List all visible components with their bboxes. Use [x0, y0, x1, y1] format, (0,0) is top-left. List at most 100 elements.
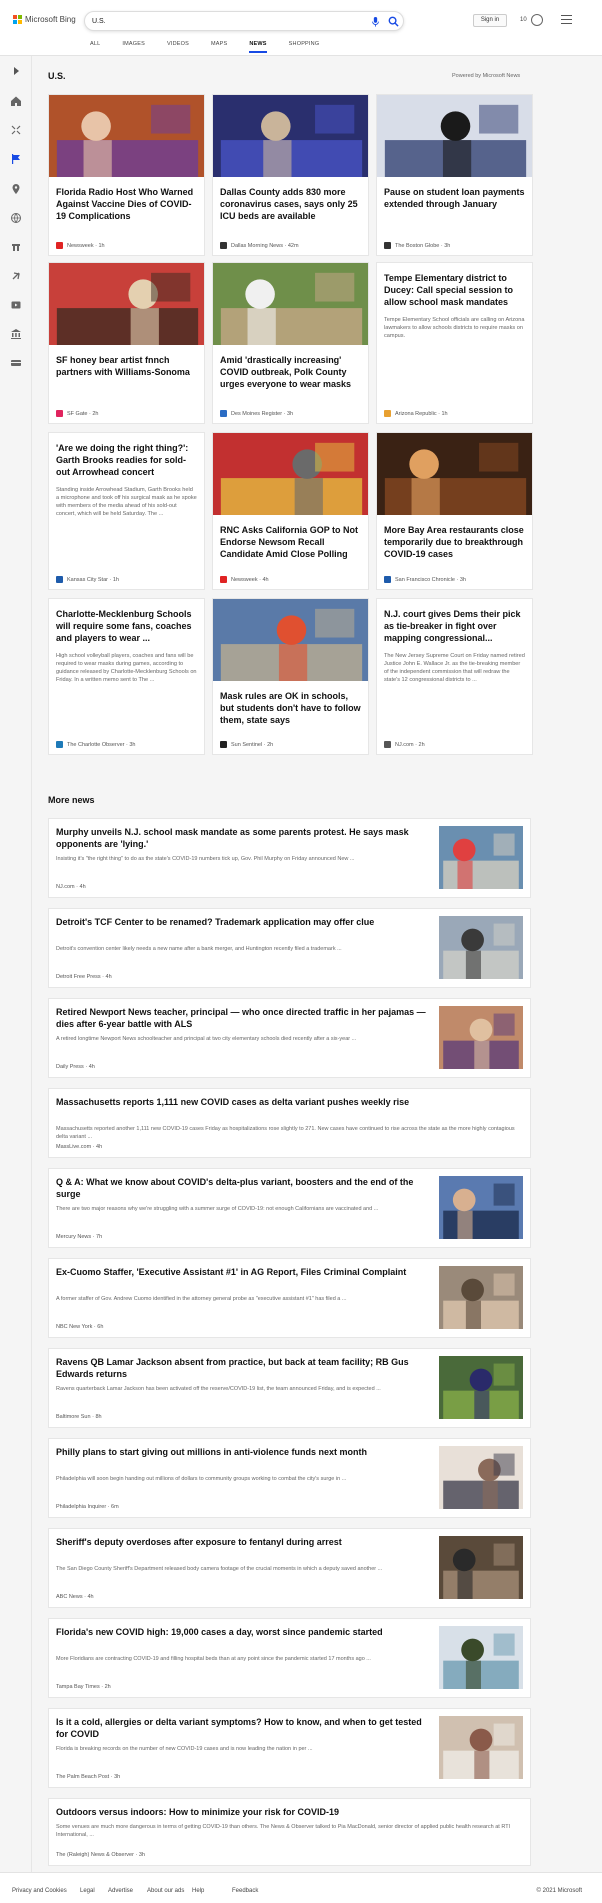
- more-news-title[interactable]: Massachusetts reports 1,111 new COVID ca…: [56, 1096, 521, 1108]
- rewards-button[interactable]: 10: [520, 14, 543, 26]
- news-card[interactable]: RNC Asks California GOP to Not Endorse N…: [212, 432, 369, 590]
- news-card-source[interactable]: The Charlotte Observer · 3h: [56, 741, 135, 748]
- news-card-image[interactable]: [213, 599, 368, 681]
- more-news-image[interactable]: [439, 1626, 523, 1689]
- news-card[interactable]: SF honey bear artist fnnch partners with…: [48, 262, 205, 424]
- news-card-title[interactable]: Charlotte-Mecklenburg Schools will requi…: [49, 599, 204, 644]
- more-news-source[interactable]: The (Raleigh) News & Observer · 3h: [56, 1852, 145, 1858]
- entertainment-icon[interactable]: [10, 298, 22, 310]
- nav-tab-videos[interactable]: VIDEOS: [167, 41, 189, 47]
- news-card-title[interactable]: Tempe Elementary district to Ducey: Call…: [377, 263, 532, 308]
- news-card-source[interactable]: Newsweek · 1h: [56, 242, 105, 249]
- more-news-image[interactable]: [439, 1536, 523, 1599]
- footer-link-help[interactable]: Help: [192, 1888, 204, 1894]
- more-news-source[interactable]: NBC New York · 6h: [56, 1324, 103, 1330]
- sign-in-button[interactable]: Sign in: [473, 14, 507, 27]
- news-card-source[interactable]: Kansas City Star · 1h: [56, 576, 119, 583]
- topics-icon[interactable]: [10, 123, 22, 135]
- more-news-title[interactable]: Is it a cold, allergies or delta variant…: [56, 1716, 436, 1740]
- news-card[interactable]: More Bay Area restaurants close temporar…: [376, 432, 533, 590]
- business-bank-icon[interactable]: [10, 327, 22, 339]
- more-news-source[interactable]: Mercury News · 7h: [56, 1234, 102, 1240]
- microphone-icon[interactable]: [371, 17, 380, 27]
- home-icon[interactable]: [10, 94, 22, 106]
- news-card[interactable]: N.J. court gives Dems their pick as tie-…: [376, 598, 533, 755]
- news-card-title[interactable]: More Bay Area restaurants close temporar…: [377, 515, 532, 560]
- news-card-source[interactable]: Sun Sentinel · 2h: [220, 741, 273, 748]
- more-news-image[interactable]: [439, 826, 523, 889]
- footer-link-feedback[interactable]: Feedback: [232, 1888, 258, 1894]
- more-news-title[interactable]: Retired Newport News teacher, principal …: [56, 1006, 436, 1030]
- news-card[interactable]: Charlotte-Mecklenburg Schools will requi…: [48, 598, 205, 755]
- more-news-item[interactable]: Philly plans to start giving out million…: [48, 1438, 531, 1518]
- news-card-title[interactable]: 'Are we doing the right thing?': Garth B…: [49, 433, 204, 478]
- more-news-image[interactable]: [439, 1716, 523, 1779]
- news-card-image[interactable]: [49, 263, 204, 345]
- more-news-item[interactable]: Sheriff's deputy overdoses after exposur…: [48, 1528, 531, 1608]
- news-card-source[interactable]: San Francisco Chronicle · 3h: [384, 576, 466, 583]
- politics-icon[interactable]: [10, 240, 22, 252]
- news-card[interactable]: Tempe Elementary district to Ducey: Call…: [376, 262, 533, 424]
- more-news-source[interactable]: Tampa Bay Times · 2h: [56, 1684, 111, 1690]
- more-news-item[interactable]: Q & A: What we know about COVID's delta-…: [48, 1168, 531, 1248]
- more-news-item[interactable]: Murphy unveils N.J. school mask mandate …: [48, 818, 531, 898]
- more-news-source[interactable]: Daily Press · 4h: [56, 1064, 95, 1070]
- hamburger-menu-icon[interactable]: [561, 15, 572, 24]
- more-news-title[interactable]: Q & A: What we know about COVID's delta-…: [56, 1176, 436, 1200]
- more-news-title[interactable]: Sheriff's deputy overdoses after exposur…: [56, 1536, 436, 1548]
- more-news-title[interactable]: Detroit's TCF Center to be renamed? Trad…: [56, 916, 436, 928]
- news-card[interactable]: Mask rules are OK in schools, but studen…: [212, 598, 369, 755]
- more-news-image[interactable]: [439, 1356, 523, 1419]
- more-news-item[interactable]: Detroit's TCF Center to be renamed? Trad…: [48, 908, 531, 988]
- footer-link-about-our-ads[interactable]: About our ads: [147, 1888, 184, 1894]
- more-news-title[interactable]: Philly plans to start giving out million…: [56, 1446, 436, 1458]
- more-news-source[interactable]: Baltimore Sun · 8h: [56, 1414, 102, 1420]
- news-card-title[interactable]: Amid 'drastically increasing' COVID outb…: [213, 345, 368, 390]
- news-card-source[interactable]: SF Gate · 2h: [56, 410, 99, 417]
- more-news-title[interactable]: Florida's new COVID high: 19,000 cases a…: [56, 1626, 436, 1638]
- nav-tab-all[interactable]: ALL: [90, 41, 100, 47]
- news-card-source[interactable]: Des Moines Register · 3h: [220, 410, 293, 417]
- more-news-source[interactable]: NJ.com · 4h: [56, 884, 86, 890]
- news-card[interactable]: Amid 'drastically increasing' COVID outb…: [212, 262, 369, 424]
- footer-link-legal[interactable]: Legal: [80, 1888, 95, 1894]
- more-news-item[interactable]: Ex-Cuomo Staffer, 'Executive Assistant #…: [48, 1258, 531, 1338]
- more-news-item[interactable]: Florida's new COVID high: 19,000 cases a…: [48, 1618, 531, 1698]
- world-globe-icon[interactable]: [10, 211, 22, 223]
- news-card-title[interactable]: N.J. court gives Dems their pick as tie-…: [377, 599, 532, 644]
- money-icon[interactable]: [10, 356, 22, 368]
- news-card-image[interactable]: [213, 433, 368, 515]
- news-card[interactable]: 'Are we doing the right thing?': Garth B…: [48, 432, 205, 590]
- news-card[interactable]: Florida Radio Host Who Warned Against Va…: [48, 94, 205, 256]
- expand-chevron-icon[interactable]: [10, 64, 22, 76]
- bing-logo[interactable]: Microsoft Bing: [13, 15, 76, 24]
- news-card-image[interactable]: [49, 95, 204, 177]
- search-icon[interactable]: [388, 16, 399, 27]
- more-news-title[interactable]: Ravens QB Lamar Jackson absent from prac…: [56, 1356, 436, 1380]
- news-card-source[interactable]: The Boston Globe · 3h: [384, 242, 450, 249]
- us-news-flag-icon[interactable]: [10, 152, 22, 164]
- more-news-source[interactable]: The Palm Beach Post · 3h: [56, 1774, 120, 1780]
- more-news-source[interactable]: MassLive.com · 4h: [56, 1144, 102, 1150]
- more-news-title[interactable]: Murphy unveils N.J. school mask mandate …: [56, 826, 436, 850]
- more-news-image[interactable]: [439, 1176, 523, 1239]
- nav-tab-shopping[interactable]: SHOPPING: [289, 41, 320, 47]
- news-card-source[interactable]: Newsweek · 4h: [220, 576, 269, 583]
- news-card-source[interactable]: NJ.com · 2h: [384, 741, 425, 748]
- more-news-image[interactable]: [439, 1266, 523, 1329]
- more-news-title[interactable]: Ex-Cuomo Staffer, 'Executive Assistant #…: [56, 1266, 436, 1278]
- news-card-source[interactable]: Dallas Morning News · 42m: [220, 242, 299, 249]
- news-card-title[interactable]: SF honey bear artist fnnch partners with…: [49, 345, 204, 378]
- search-input[interactable]: [92, 15, 352, 28]
- news-card-title[interactable]: Pause on student loan payments extended …: [377, 177, 532, 210]
- news-card-title[interactable]: Dallas County adds 830 more coronavirus …: [213, 177, 368, 222]
- news-card[interactable]: Dallas County adds 830 more coronavirus …: [212, 94, 369, 256]
- more-news-title[interactable]: Outdoors versus indoors: How to minimize…: [56, 1806, 521, 1818]
- news-card-title[interactable]: RNC Asks California GOP to Not Endorse N…: [213, 515, 368, 560]
- more-news-source[interactable]: ABC News · 4h: [56, 1594, 94, 1600]
- more-news-image[interactable]: [439, 1446, 523, 1509]
- news-card-title[interactable]: Mask rules are OK in schools, but studen…: [213, 681, 368, 726]
- more-news-source[interactable]: Detroit Free Press · 4h: [56, 974, 112, 980]
- news-card-image[interactable]: [377, 95, 532, 177]
- search-box[interactable]: [84, 11, 404, 31]
